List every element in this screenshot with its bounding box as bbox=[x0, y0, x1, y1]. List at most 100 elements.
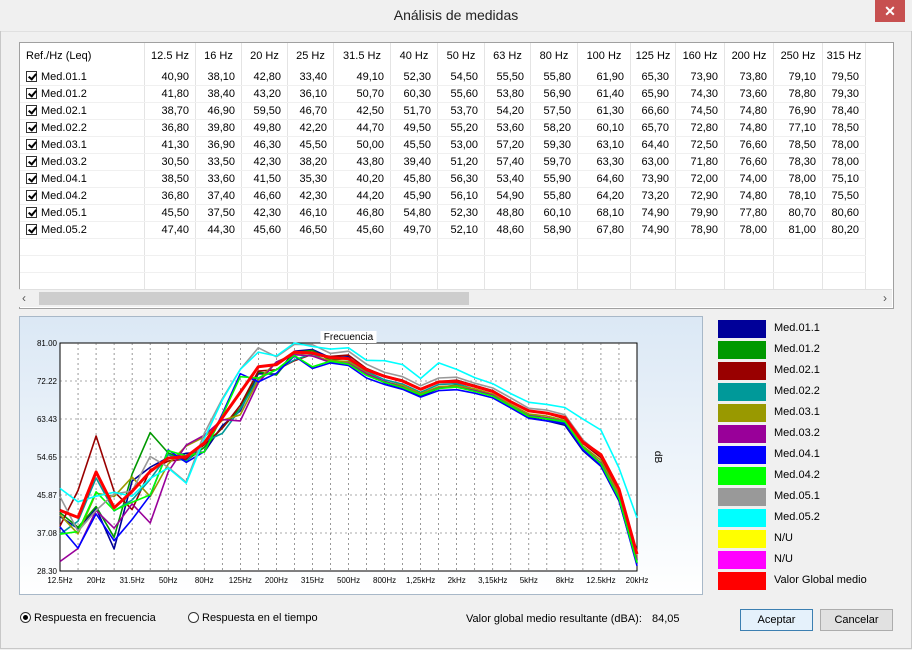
table-cell: 78,90 bbox=[675, 221, 725, 239]
table-row[interactable]: Med.03.2 30,50 33,50 42,30 38,20 43,80 39,40 51… bbox=[20, 153, 866, 171]
row-checkbox[interactable] bbox=[26, 71, 37, 82]
table-row[interactable]: Med.04.2 36,80 37,40 46,60 42,30 44,20 45,90 56… bbox=[20, 187, 866, 205]
horizontal-scrollbar[interactable]: ‹ › bbox=[19, 289, 892, 307]
radio-frequency-response[interactable]: Respuesta en frecuencia bbox=[20, 612, 156, 624]
table-cell: 42,30 bbox=[241, 204, 288, 222]
row-checkbox[interactable] bbox=[26, 139, 37, 150]
row-checkbox[interactable] bbox=[26, 122, 37, 133]
x-tick-label: 500Hz bbox=[337, 576, 360, 585]
row-checkbox[interactable] bbox=[26, 173, 37, 184]
column-header[interactable]: 63 Hz bbox=[484, 43, 531, 69]
legend-swatch bbox=[718, 446, 766, 464]
column-header[interactable]: 200 Hz bbox=[724, 43, 774, 69]
cancel-button[interactable]: Cancelar bbox=[820, 609, 893, 631]
table-cell: 43,80 bbox=[333, 153, 391, 171]
table-cell: 77,80 bbox=[724, 204, 774, 222]
column-header[interactable]: 25 Hz bbox=[287, 43, 334, 69]
row-checkbox[interactable] bbox=[26, 88, 37, 99]
table-cell: 38,70 bbox=[144, 102, 196, 120]
table-row[interactable]: Med.03.1 41,30 36,90 46,30 45,50 50,00 45,50 53… bbox=[20, 136, 866, 154]
table-cell: 49,80 bbox=[241, 119, 288, 137]
row-checkbox[interactable] bbox=[26, 156, 37, 167]
table-cell: 42,30 bbox=[241, 153, 288, 171]
scroll-right-icon[interactable]: › bbox=[883, 291, 887, 305]
table-row[interactable]: Med.02.2 36,80 39,80 49,80 42,20 44,70 49,50 55… bbox=[20, 119, 866, 137]
row-checkbox[interactable] bbox=[26, 224, 37, 235]
scroll-thumb[interactable] bbox=[39, 292, 469, 305]
table-row[interactable]: Med.04.1 38,50 33,60 41,50 35,30 40,20 45,80 56… bbox=[20, 170, 866, 188]
column-header[interactable]: 50 Hz bbox=[437, 43, 485, 69]
scroll-left-icon[interactable]: ‹ bbox=[22, 291, 26, 305]
legend-swatch bbox=[718, 467, 766, 485]
table-cell: 60,10 bbox=[530, 204, 578, 222]
column-header[interactable]: 12.5 Hz bbox=[144, 43, 196, 69]
legend-item: Med.02.1 bbox=[718, 360, 893, 381]
table-cell: 36,10 bbox=[287, 85, 334, 103]
legend-label: Valor Global medio bbox=[774, 574, 867, 586]
table-cell: 36,80 bbox=[144, 119, 196, 137]
table-cell: 45,90 bbox=[390, 187, 438, 205]
table-cell: 52,10 bbox=[437, 221, 485, 239]
x-tick-label: 1,25kHz bbox=[406, 576, 435, 585]
legend-label: Med.02.1 bbox=[774, 364, 820, 376]
table-cell: 52,30 bbox=[437, 204, 485, 222]
legend-label: N/U bbox=[774, 553, 793, 565]
row-checkbox[interactable] bbox=[26, 207, 37, 218]
column-header[interactable]: 160 Hz bbox=[675, 43, 725, 69]
table-cell: 46,90 bbox=[195, 102, 242, 120]
x-tick-label: 20kHz bbox=[626, 576, 649, 585]
radio-unselected-icon[interactable] bbox=[188, 612, 199, 623]
legend-item: Med.01.1 bbox=[718, 318, 893, 339]
table-cell: 56,30 bbox=[437, 170, 485, 188]
row-ref-cell: Med.04.1 bbox=[20, 170, 145, 188]
table-cell: 59,50 bbox=[241, 102, 288, 120]
column-header[interactable]: 100 Hz bbox=[577, 43, 631, 69]
row-ref-label: Med.02.1 bbox=[41, 105, 87, 117]
column-header[interactable]: 125 Hz bbox=[630, 43, 676, 69]
column-header[interactable]: 16 Hz bbox=[195, 43, 242, 69]
table-row[interactable]: Med.01.1 40,90 38,10 42,80 33,40 49,10 52,30 54… bbox=[20, 69, 866, 86]
close-button[interactable]: ✕ bbox=[875, 0, 905, 22]
table-cell: 67,80 bbox=[577, 221, 631, 239]
column-header-ref[interactable]: Ref./Hz (Leq) bbox=[20, 43, 145, 69]
x-tick-label: 80Hz bbox=[195, 576, 214, 585]
radio-selected-icon[interactable] bbox=[20, 612, 31, 623]
row-checkbox[interactable] bbox=[26, 105, 37, 116]
table-cell: 58,20 bbox=[530, 119, 578, 137]
table-cell: 58,90 bbox=[530, 221, 578, 239]
column-header[interactable]: 80 Hz bbox=[530, 43, 578, 69]
row-ref-label: Med.05.2 bbox=[41, 224, 87, 236]
table-row[interactable]: Med.02.1 38,70 46,90 59,50 46,70 42,50 51,70 53… bbox=[20, 102, 866, 120]
table-cell: 53,40 bbox=[484, 170, 531, 188]
table-row[interactable]: Med.05.2 47,40 44,30 45,60 46,50 45,60 49,70 52… bbox=[20, 221, 866, 239]
table-cell: 45,50 bbox=[144, 204, 196, 222]
table-cell: 46,60 bbox=[241, 187, 288, 205]
table-cell: 49,50 bbox=[390, 119, 438, 137]
table-cell: 55,80 bbox=[530, 187, 578, 205]
accept-button[interactable]: Aceptar bbox=[740, 609, 813, 631]
column-header[interactable]: 31.5 Hz bbox=[333, 43, 391, 69]
legend-swatch bbox=[718, 572, 766, 590]
table-header-row: Ref./Hz (Leq) 12.5 Hz 16 Hz 20 Hz 25 Hz 31.5 … bbox=[20, 43, 866, 69]
row-ref-cell: Med.03.2 bbox=[20, 153, 145, 171]
table-cell: 78,50 bbox=[822, 119, 866, 137]
row-ref-label: Med.01.1 bbox=[41, 71, 87, 83]
column-header[interactable]: 315 Hz bbox=[822, 43, 866, 69]
table-row[interactable]: Med.05.1 45,50 37,50 42,30 46,10 46,80 54,80 52… bbox=[20, 204, 866, 222]
table-cell: 72,00 bbox=[675, 170, 725, 188]
chart-title: Frecuencia bbox=[324, 332, 374, 343]
column-header[interactable]: 250 Hz bbox=[773, 43, 823, 69]
radio-time-response[interactable]: Respuesta en el tiempo bbox=[188, 612, 318, 624]
table-cell: 54,90 bbox=[484, 187, 531, 205]
legend-label: Med.01.1 bbox=[774, 322, 820, 334]
empty-row bbox=[20, 272, 866, 290]
measurements-table: Ref./Hz (Leq) 12.5 Hz 16 Hz 20 Hz 25 Hz 31.5 … bbox=[20, 43, 866, 290]
table-cell: 73,90 bbox=[630, 170, 676, 188]
table-cell: 80,60 bbox=[822, 204, 866, 222]
column-header[interactable]: 40 Hz bbox=[390, 43, 438, 69]
column-header[interactable]: 20 Hz bbox=[241, 43, 288, 69]
row-checkbox[interactable] bbox=[26, 190, 37, 201]
x-tick-label: 2kHz bbox=[448, 576, 466, 585]
table-cell: 57,50 bbox=[530, 102, 578, 120]
table-row[interactable]: Med.01.2 41,80 38,40 43,20 36,10 50,70 60,30 55… bbox=[20, 85, 866, 103]
